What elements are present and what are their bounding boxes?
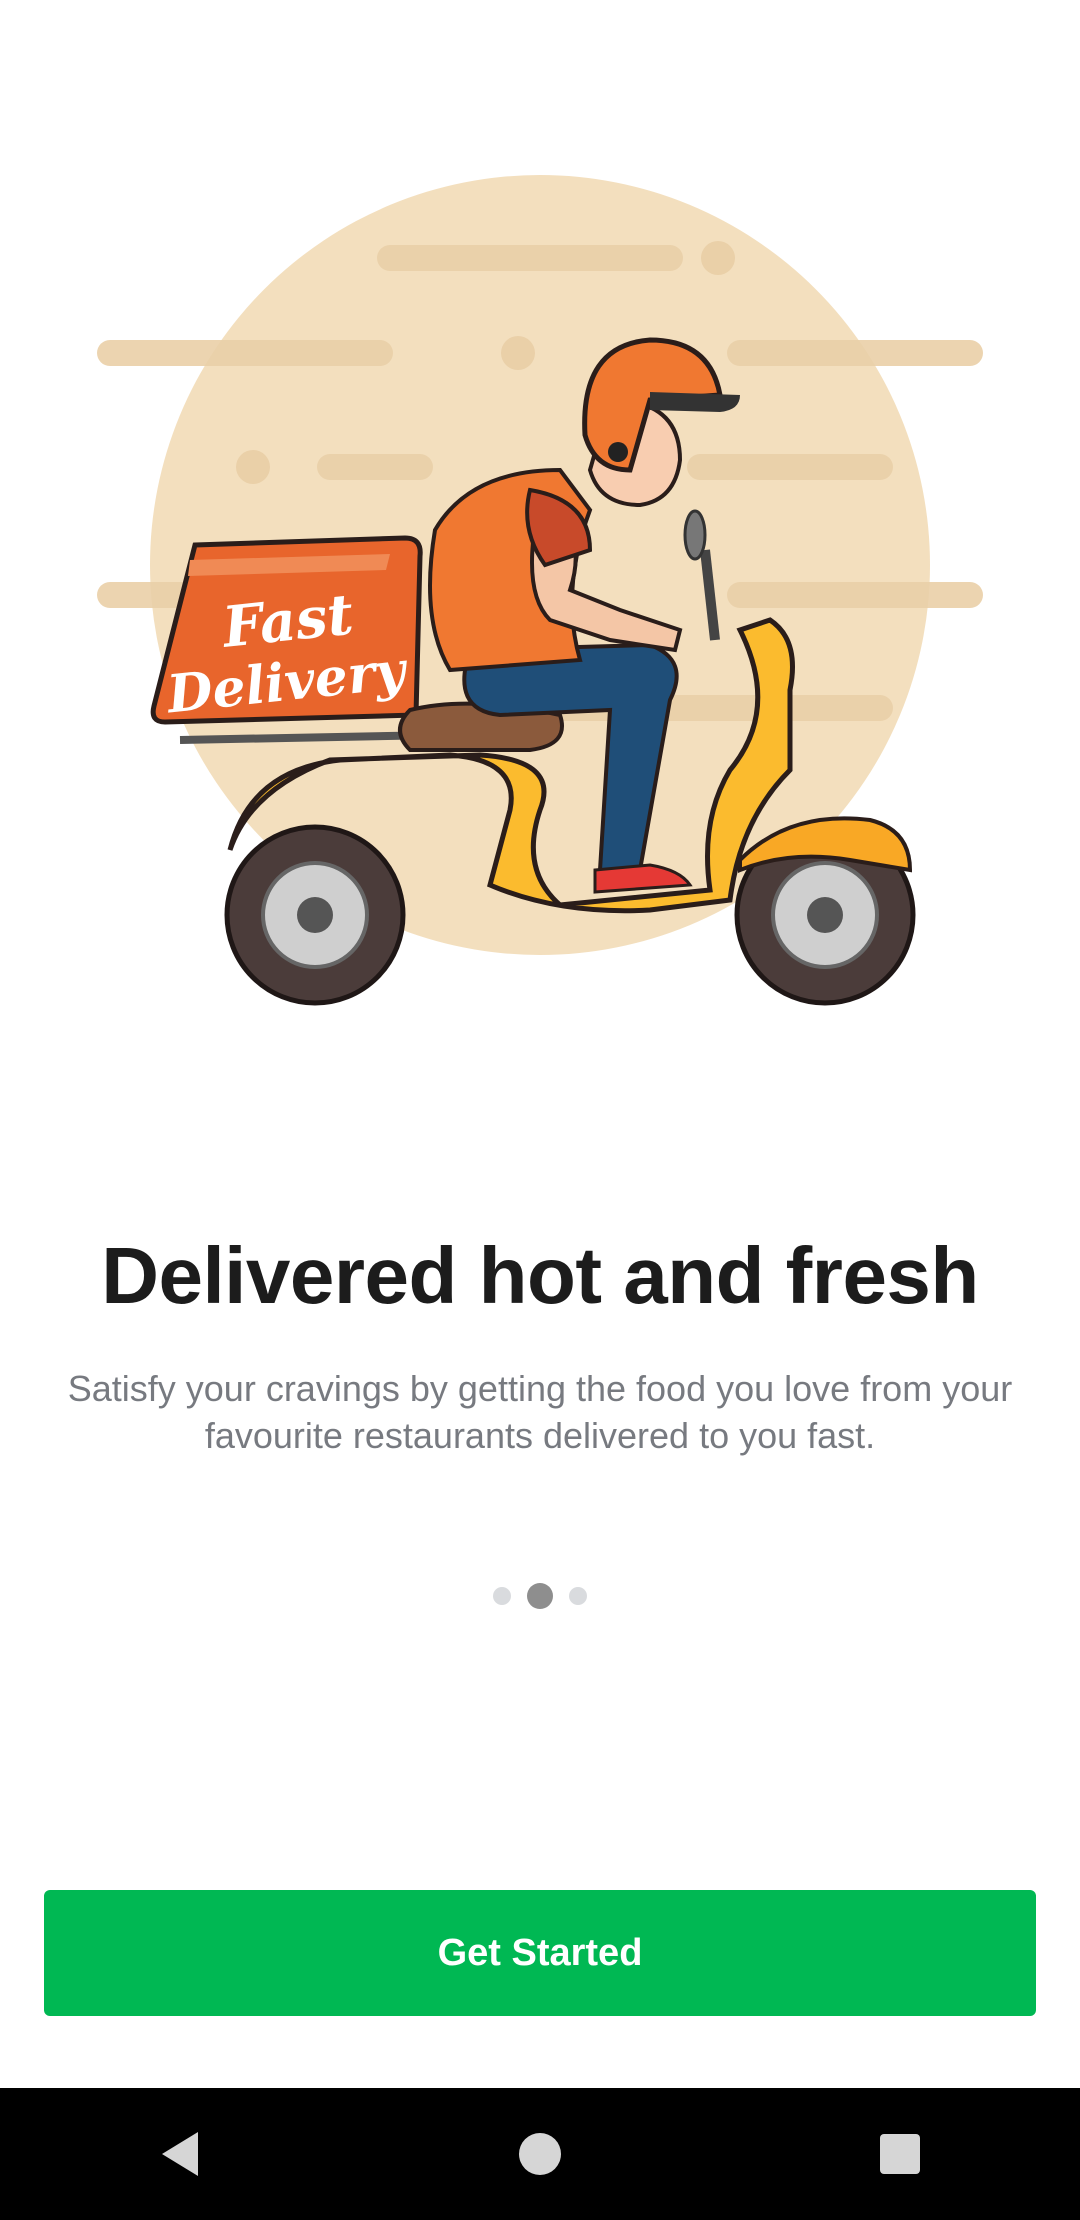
get-started-button[interactable]: Get Started bbox=[44, 1890, 1036, 2016]
page-dot-1[interactable] bbox=[493, 1587, 511, 1605]
nav-home-button[interactable] bbox=[470, 2104, 610, 2204]
nav-recents-button[interactable] bbox=[830, 2104, 970, 2204]
onboarding-title: Delivered hot and fresh bbox=[101, 1231, 979, 1320]
onboarding-subtitle: Satisfy your cravings by getting the foo… bbox=[67, 1368, 1013, 1456]
delivery-scooter-illustration: Fast Delivery bbox=[90, 170, 990, 1020]
page-dot-3[interactable] bbox=[569, 1587, 587, 1605]
page-dot-2-active[interactable] bbox=[527, 1583, 553, 1609]
nav-back-button[interactable] bbox=[110, 2104, 250, 2204]
back-triangle-icon bbox=[162, 2132, 198, 2176]
recents-square-icon bbox=[880, 2134, 920, 2174]
system-navigation-bar bbox=[0, 2088, 1080, 2220]
page-indicator bbox=[0, 1582, 1080, 1610]
onboarding-screen: Fast Delivery Delivered hot and fresh Sa… bbox=[0, 0, 1080, 2088]
home-circle-icon bbox=[519, 2133, 561, 2175]
